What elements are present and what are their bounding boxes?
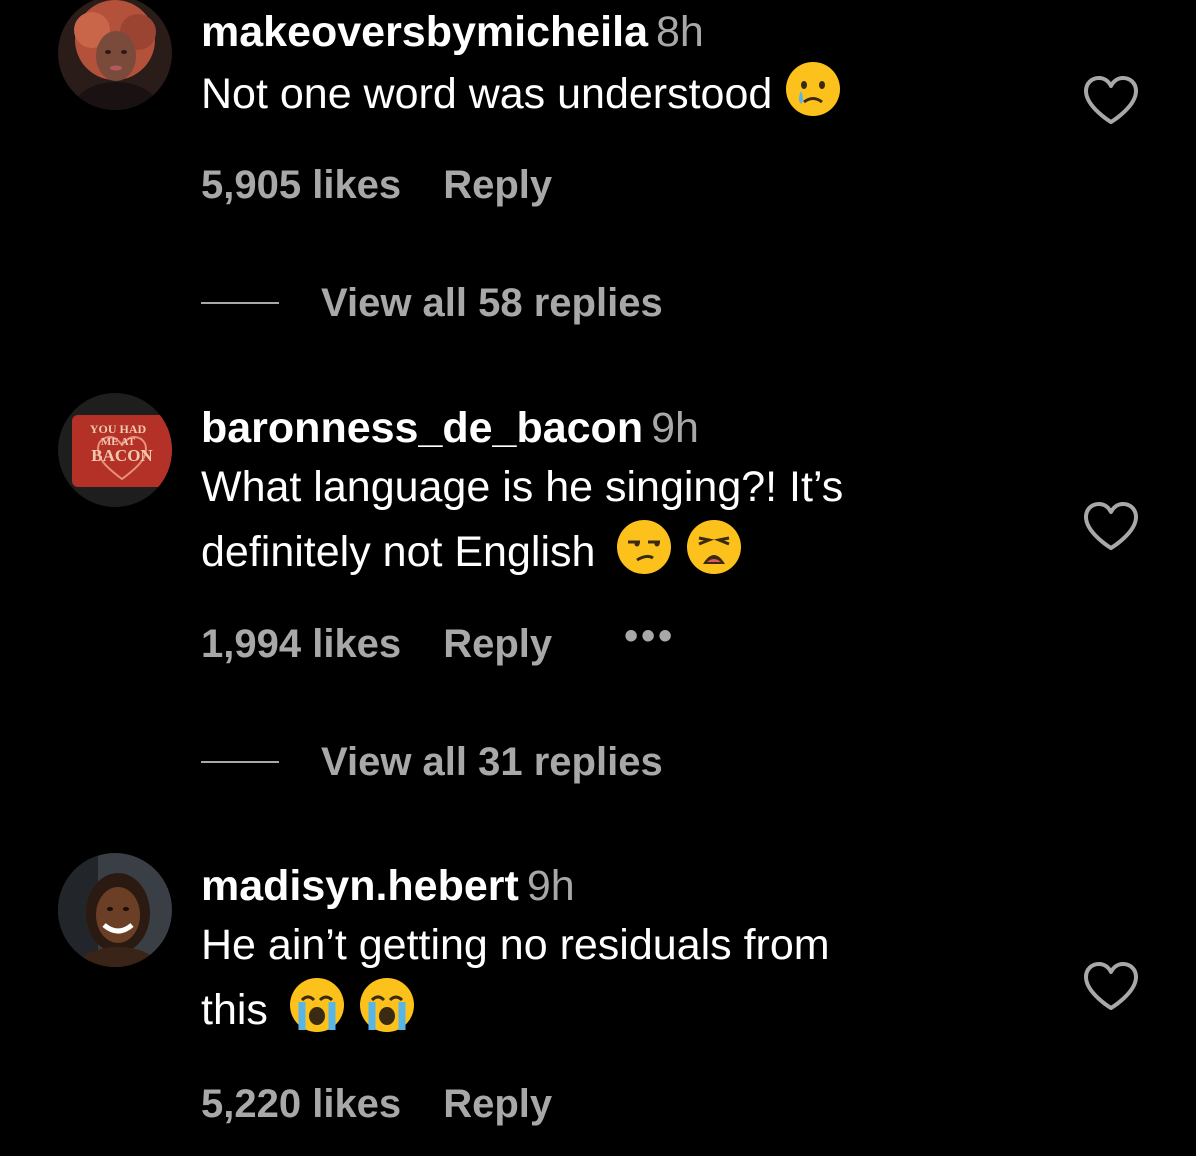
- comment-header: makeoversbymicheila 8h: [201, 4, 1021, 60]
- comment-text-line-wrap: definitely not English: [201, 518, 1021, 593]
- timestamp: 8h: [656, 8, 704, 56]
- comment-text: He ain’t getting no residuals from this: [201, 914, 1021, 1051]
- username[interactable]: madisyn.hebert: [201, 862, 519, 910]
- reply-button[interactable]: Reply: [443, 163, 552, 207]
- view-replies-button[interactable]: View all 58 replies: [201, 279, 663, 327]
- more-options-icon[interactable]: •••: [624, 614, 675, 658]
- comment-text: Not one word was understood: [201, 60, 1021, 135]
- heart-icon[interactable]: [1082, 500, 1140, 552]
- heart-icon[interactable]: [1082, 74, 1140, 126]
- comment-actions: 1,994 likes Reply •••: [201, 614, 675, 668]
- avatar[interactable]: [58, 0, 172, 110]
- reply-button[interactable]: Reply: [443, 622, 552, 666]
- likes-count[interactable]: 5,905 likes: [201, 163, 401, 207]
- unamused-face-emoji: [615, 518, 673, 593]
- comment-text: What language is he singing?! It’s defin…: [201, 456, 1021, 593]
- timestamp: 9h: [526, 862, 575, 910]
- avatar[interactable]: YOU HAD ME AT BACON: [58, 393, 172, 507]
- avatar[interactable]: [58, 853, 172, 967]
- comment-text-line-wrap: this: [201, 976, 1021, 1051]
- comment-text-line: What language is he singing?! It’s: [201, 463, 844, 511]
- comment-text-line: definitely not English: [201, 528, 596, 576]
- timestamp: 9h: [651, 404, 699, 452]
- comment-header: madisyn.hebert 9h: [201, 858, 1021, 914]
- avatar-text-line: BACON: [91, 446, 153, 465]
- likes-count[interactable]: 5,220 likes: [201, 1082, 401, 1126]
- comment-text-line: this: [201, 986, 268, 1034]
- comment-text-line: He ain’t getting no residuals from: [201, 921, 830, 969]
- avatar-text-line: YOU HAD: [90, 422, 147, 436]
- reply-button[interactable]: Reply: [443, 1082, 552, 1126]
- username[interactable]: makeoversbymicheila: [201, 8, 648, 56]
- replies-divider: [201, 302, 279, 304]
- comment-actions: 5,220 likes Reply: [201, 1080, 552, 1128]
- weary-face-emoji: [685, 518, 743, 593]
- comment-actions: 5,905 likes Reply: [201, 161, 552, 209]
- likes-count[interactable]: 1,994 likes: [201, 622, 401, 666]
- comment-header: baronness_de_bacon 9h: [201, 400, 1021, 456]
- heart-icon[interactable]: [1082, 960, 1140, 1012]
- replies-divider: [201, 761, 279, 763]
- username[interactable]: baronness_de_bacon: [201, 404, 643, 452]
- view-replies-button[interactable]: View all 31 replies: [201, 738, 663, 786]
- loudly-crying-face-emoji: [288, 976, 346, 1051]
- view-replies-label: View all 58 replies: [321, 280, 663, 325]
- view-replies-label: View all 31 replies: [321, 739, 663, 784]
- crying-face-emoji: [784, 60, 842, 135]
- loudly-crying-face-emoji: [358, 976, 416, 1051]
- comment-text-line: Not one word was understood: [201, 70, 773, 118]
